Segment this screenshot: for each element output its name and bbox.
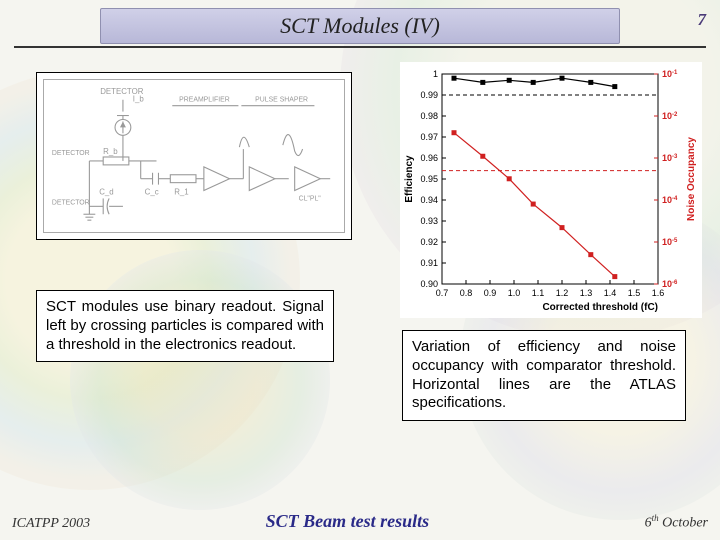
svg-text:Corrected threshold (fC): Corrected threshold (fC): [542, 302, 658, 313]
svg-text:C_c: C_c: [145, 187, 159, 196]
svg-text:I_b: I_b: [133, 95, 145, 104]
svg-text:0.92: 0.92: [420, 237, 438, 247]
page-number: 7: [698, 10, 707, 30]
svg-text:Noise Occupancy: Noise Occupancy: [686, 137, 697, 221]
svg-text:R_1: R_1: [174, 187, 188, 196]
svg-text:0.9: 0.9: [484, 288, 497, 298]
svg-text:0.93: 0.93: [420, 216, 438, 226]
chart-svg: 0.7 0.8 0.9 1.0 1.1 1.2 1.3 1.4 1.5 1.6 0.90 0.91 0.…: [400, 62, 702, 318]
circuit-svg: PREAMPLIFIER PULSE SHAPER DETECTOR I_b D…: [43, 79, 345, 233]
svg-text:1.0: 1.0: [508, 288, 521, 298]
svg-text:1.4: 1.4: [604, 288, 617, 298]
svg-text:0.99: 0.99: [420, 90, 438, 100]
svg-text:10-3: 10-3: [662, 153, 678, 163]
footer: ICATPP 2003 SCT Beam test results 6th Oc…: [12, 511, 708, 532]
header-rule: [14, 46, 706, 48]
svg-text:PULSE SHAPER: PULSE SHAPER: [255, 97, 308, 104]
svg-text:1.3: 1.3: [580, 288, 593, 298]
svg-text:1.6: 1.6: [652, 288, 665, 298]
svg-text:1: 1: [433, 69, 438, 79]
svg-text:Efficiency: Efficiency: [404, 155, 415, 203]
svg-text:CL"PL": CL"PL": [299, 195, 322, 202]
page-title: SCT Modules (IV): [100, 8, 620, 44]
footer-title: SCT Beam test results: [90, 511, 644, 532]
svg-text:0.8: 0.8: [460, 288, 473, 298]
svg-text:10-4: 10-4: [662, 195, 678, 205]
svg-text:C_d: C_d: [99, 187, 113, 196]
svg-text:0.7: 0.7: [436, 288, 449, 298]
svg-text:10-2: 10-2: [662, 111, 678, 121]
svg-text:0.90: 0.90: [420, 279, 438, 289]
svg-text:1.1: 1.1: [532, 288, 545, 298]
svg-text:DETECTOR: DETECTOR: [52, 199, 90, 206]
svg-text:0.91: 0.91: [420, 258, 438, 268]
caption-left: SCT modules use binary readout. Signal l…: [36, 290, 334, 362]
svg-text:10-5: 10-5: [662, 237, 678, 247]
caption-right: Variation of efficiency and noise occupa…: [402, 330, 686, 421]
footer-date: 6th October: [645, 513, 708, 532]
svg-text:PREAMPLIFIER: PREAMPLIFIER: [179, 97, 230, 104]
svg-text:DETECTOR: DETECTOR: [52, 150, 90, 157]
svg-text:0.96: 0.96: [420, 153, 438, 163]
svg-text:0.98: 0.98: [420, 111, 438, 121]
svg-text:0.95: 0.95: [420, 174, 438, 184]
efficiency-noise-chart: 0.7 0.8 0.9 1.0 1.1 1.2 1.3 1.4 1.5 1.6 0.90 0.91 0.…: [400, 62, 702, 318]
svg-text:10-6: 10-6: [662, 279, 678, 289]
svg-text:0.97: 0.97: [420, 132, 438, 142]
svg-text:10-1: 10-1: [662, 69, 678, 79]
footer-conference: ICATPP 2003: [12, 516, 90, 532]
svg-text:R_b: R_b: [103, 147, 118, 156]
svg-text:0.94: 0.94: [420, 195, 438, 205]
circuit-diagram: PREAMPLIFIER PULSE SHAPER DETECTOR I_b D…: [36, 72, 352, 240]
svg-text:1.2: 1.2: [556, 288, 569, 298]
svg-text:1.5: 1.5: [628, 288, 641, 298]
